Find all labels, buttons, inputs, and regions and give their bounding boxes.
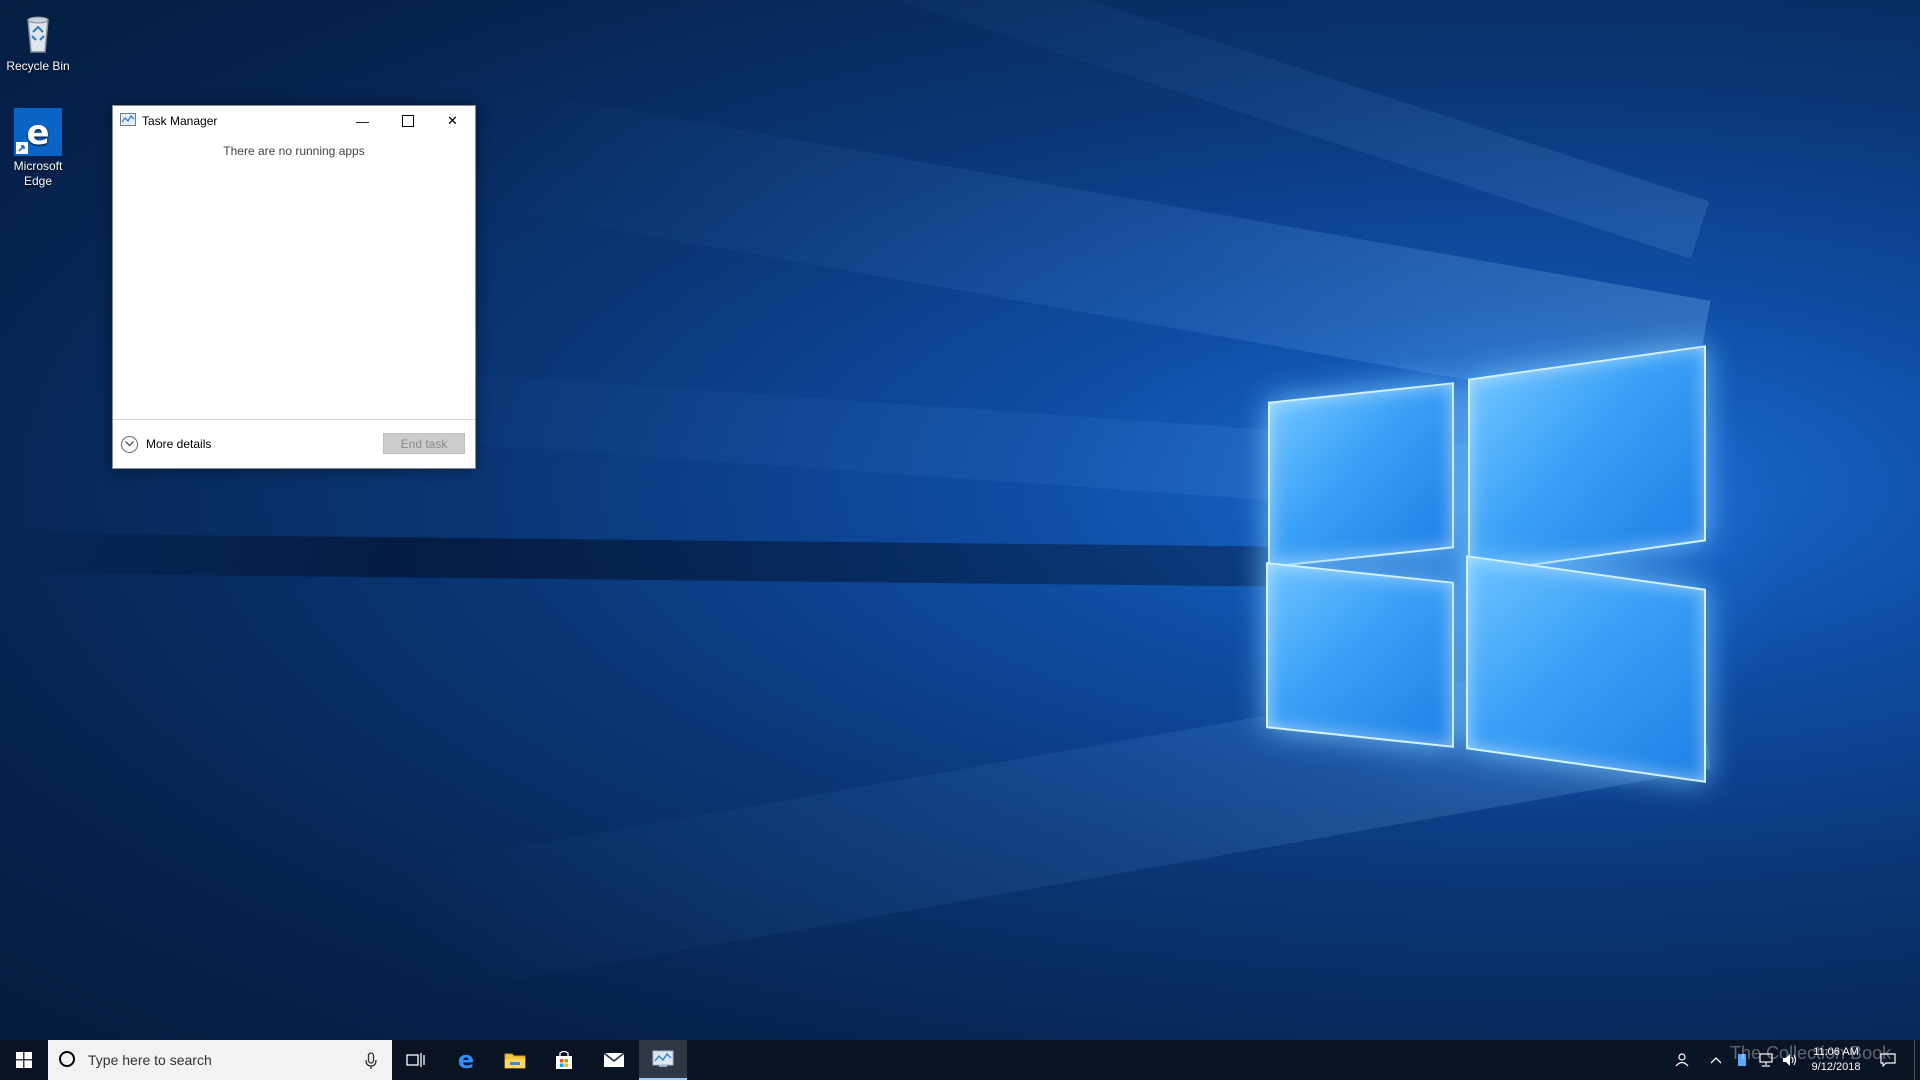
window-title: Task Manager bbox=[142, 114, 218, 128]
minimize-icon: — bbox=[356, 113, 369, 129]
task-view-icon bbox=[406, 1053, 425, 1067]
chevron-down-icon bbox=[121, 435, 138, 453]
task-manager-window[interactable]: Task Manager — ✕ There are no running ap… bbox=[112, 105, 476, 469]
maximize-button[interactable] bbox=[385, 106, 430, 136]
task-manager-icon bbox=[120, 113, 136, 127]
people-icon[interactable] bbox=[1672, 1050, 1692, 1070]
task-view-button[interactable] bbox=[392, 1040, 440, 1080]
recycle-bin-icon bbox=[14, 8, 62, 56]
close-button[interactable]: ✕ bbox=[430, 106, 475, 136]
search-placeholder: Type here to search bbox=[88, 1052, 212, 1068]
desktop-icon-recycle-bin[interactable]: Recycle Bin bbox=[0, 8, 76, 74]
taskbar-store-button[interactable] bbox=[540, 1040, 588, 1080]
maximize-icon bbox=[401, 115, 414, 127]
watermark-text: The Collection Book bbox=[1730, 1043, 1892, 1063]
more-details-button[interactable]: More details bbox=[121, 434, 211, 454]
show-desktop-button[interactable] bbox=[1914, 1040, 1920, 1080]
edge-icon: e bbox=[458, 1048, 474, 1072]
windows-start-icon bbox=[16, 1052, 32, 1068]
close-icon: ✕ bbox=[447, 113, 458, 128]
store-icon bbox=[556, 1050, 572, 1069]
file-explorer-icon bbox=[504, 1053, 526, 1069]
desktop-icon-label: Recycle Bin bbox=[6, 59, 70, 73]
cortana-icon bbox=[59, 1051, 75, 1067]
edge-icon: e bbox=[14, 108, 62, 156]
footer-divider bbox=[113, 419, 475, 420]
start-button[interactable] bbox=[0, 1040, 48, 1080]
taskbar-file-explorer-button[interactable] bbox=[491, 1040, 539, 1080]
minimize-button[interactable]: — bbox=[340, 106, 385, 136]
windows-logo-pane-top-left bbox=[1268, 382, 1454, 568]
svg-text:e: e bbox=[26, 113, 49, 153]
taskbar-mail-button[interactable] bbox=[590, 1040, 638, 1080]
taskbar-edge-button[interactable]: e bbox=[442, 1040, 490, 1080]
microphone-icon[interactable] bbox=[364, 1052, 378, 1070]
desktop-icon-label: Microsoft Edge bbox=[13, 159, 63, 188]
end-task-button[interactable]: End task bbox=[383, 433, 465, 454]
svg-text:e: e bbox=[458, 1048, 474, 1072]
show-hidden-icons-chevron-up-icon[interactable] bbox=[1706, 1050, 1726, 1070]
taskbar: Type here to search e 11:06 AM 9/12/2018 bbox=[0, 1040, 1920, 1080]
taskbar-task-manager-button[interactable] bbox=[639, 1040, 687, 1080]
task-manager-icon bbox=[652, 1050, 674, 1067]
no-running-apps-message: There are no running apps bbox=[223, 144, 365, 158]
mail-icon bbox=[603, 1052, 625, 1067]
more-details-label: More details bbox=[146, 437, 212, 451]
windows-logo-pane-bottom-left bbox=[1266, 562, 1454, 748]
title-bar[interactable]: Task Manager — ✕ bbox=[113, 106, 475, 136]
search-box[interactable]: Type here to search bbox=[48, 1040, 392, 1080]
desktop-background: Recycle Bin e Microsoft Edge Task Manage… bbox=[0, 0, 1920, 1080]
windows-logo-pane-bottom-right bbox=[1466, 555, 1706, 783]
desktop-icon-microsoft-edge[interactable]: e Microsoft Edge bbox=[0, 108, 76, 189]
wallpaper-shadow-band bbox=[0, 533, 1300, 587]
windows-logo-pane-top-right bbox=[1468, 345, 1706, 575]
